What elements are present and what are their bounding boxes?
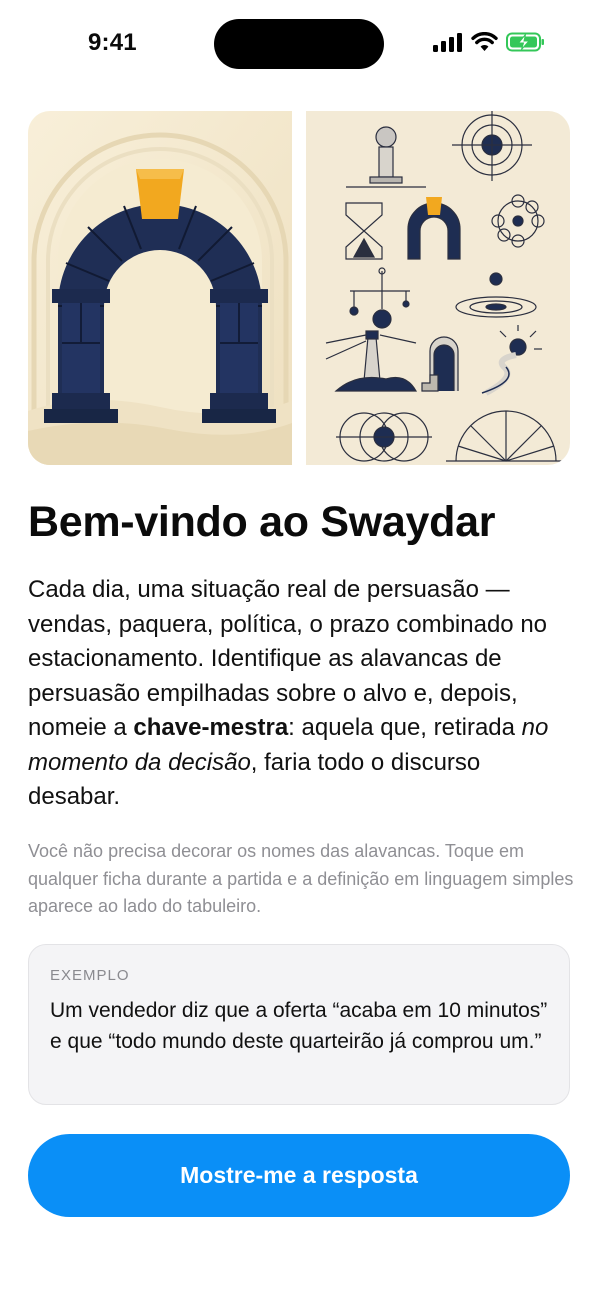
signal-icon <box>433 32 463 52</box>
page-title: Bem-vindo ao Swaydar <box>28 498 496 546</box>
status-time: 9:41 <box>88 29 137 56</box>
battery-charging-icon <box>506 32 546 52</box>
example-card: EXEMPLO Um vendedor diz que a oferta “ac… <box>28 944 570 1105</box>
persuasion-symbols-grid-illustration <box>306 111 570 465</box>
intro-paragraph: Cada dia, uma situação real de persuasão… <box>28 573 574 815</box>
intro-emphasis-keyword: chave-mestra <box>133 714 289 741</box>
dynamic-island <box>214 19 384 69</box>
status-bar: 9:41 <box>0 0 598 90</box>
show-answer-button[interactable]: Mostre-me a resposta <box>28 1134 570 1217</box>
intro-text-part2: : aquela que, retirada <box>288 714 522 741</box>
example-text: Um vendedor diz que a oferta “acaba em 1… <box>50 999 548 1053</box>
example-label: EXEMPLO <box>50 967 130 984</box>
wifi-icon <box>471 32 498 52</box>
hero-illustration <box>28 111 570 465</box>
helper-note: Você não precisa decorar os nomes das al… <box>28 841 574 916</box>
arch-keystone-illustration <box>28 111 292 465</box>
status-icons <box>433 32 546 52</box>
